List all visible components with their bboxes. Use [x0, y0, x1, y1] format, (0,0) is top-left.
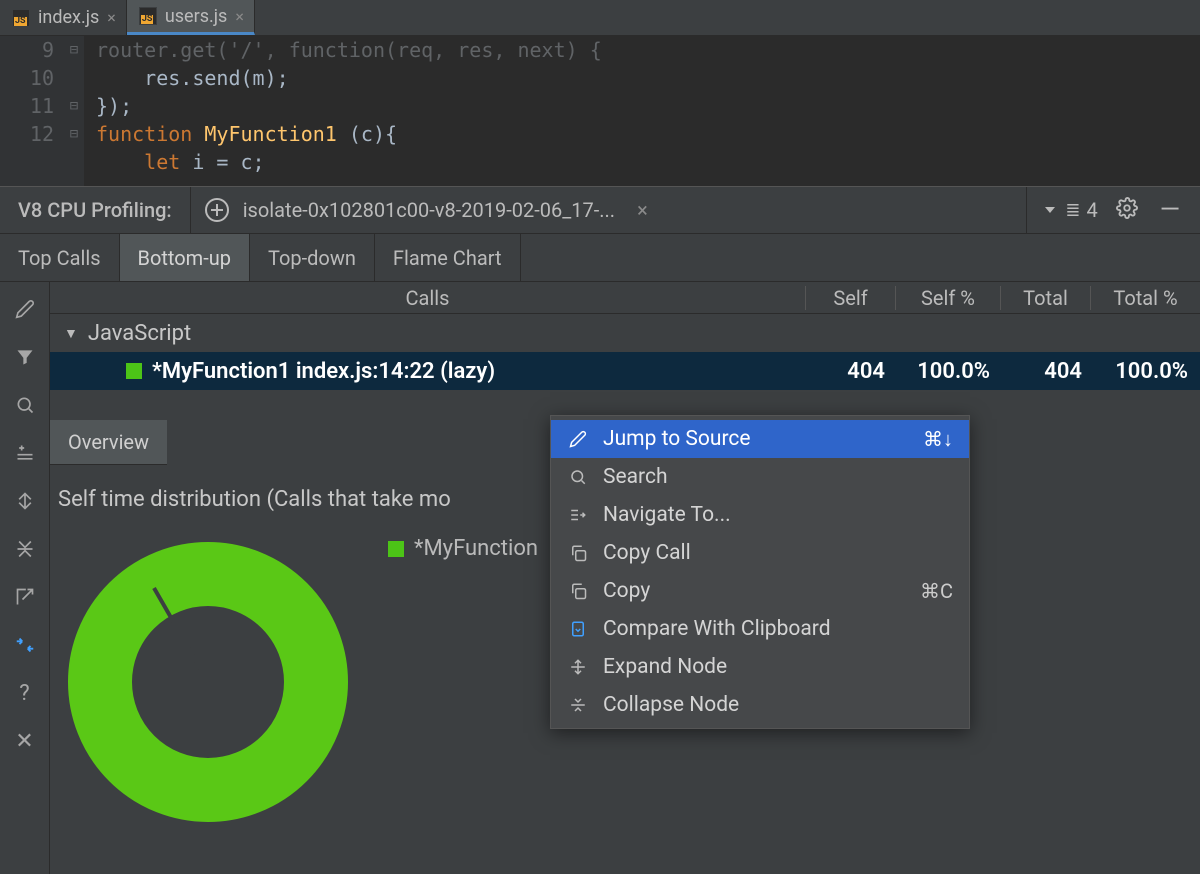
menu-search[interactable]: Search [551, 458, 969, 496]
profiler-title: V8 CPU Profiling: [0, 187, 191, 233]
chevron-down-icon[interactable]: ▼ [64, 325, 78, 342]
close-icon[interactable]: × [235, 7, 244, 26]
close-panel-icon[interactable]: ✕ [14, 730, 36, 752]
file-tab-label: users.js [165, 6, 228, 27]
menu-expand-node[interactable]: Expand Node [551, 648, 969, 686]
copy-icon [567, 582, 589, 600]
cell-self-pct: 100.0% [895, 359, 1000, 384]
navigate-icon [567, 506, 589, 524]
overview-tab[interactable]: Overview [50, 420, 167, 465]
menu-shortcut: ⌘C [920, 579, 953, 603]
menu-label: Search [603, 465, 668, 489]
tree-row-root[interactable]: ▼ JavaScript [50, 314, 1200, 352]
color-swatch-icon [126, 363, 142, 379]
search-icon [567, 468, 589, 486]
editor-file-tabs: index.js × users.js × [0, 0, 1200, 36]
line-number: 12 [0, 120, 54, 148]
line-gutter: 9 10 11 12 [0, 36, 64, 186]
session-name: isolate-0x102801c00-v8-2019-02-06_17-... [243, 198, 615, 222]
js-file-icon [12, 9, 30, 27]
tab-top-calls[interactable]: Top Calls [0, 234, 120, 281]
profiler-tabs: Top Calls Bottom-up Top-down Flame Chart [0, 234, 1200, 282]
profiler-dropdown[interactable]: ≣ 4 [1027, 187, 1115, 233]
file-tab-users[interactable]: users.js × [127, 0, 255, 35]
legend-label: *MyFunction [414, 536, 538, 561]
cell-total-pct: 100.0% [1090, 359, 1200, 384]
profiler-session-tab[interactable]: isolate-0x102801c00-v8-2019-02-06_17-...… [191, 187, 1028, 233]
filter-icon[interactable] [14, 346, 36, 368]
compare-icon [567, 620, 589, 638]
col-calls[interactable]: Calls [50, 286, 805, 310]
menu-label: Copy Call [603, 541, 691, 565]
code-editor[interactable]: 9 10 11 12 ⊟ ⊟ ⊟ router.get('/', functio… [0, 36, 1200, 186]
menu-label: Navigate To... [603, 503, 731, 527]
menu-jump-to-source[interactable]: Jump to Source ⌘↓ [551, 420, 969, 458]
close-icon[interactable]: × [637, 198, 648, 222]
tab-top-down[interactable]: Top-down [250, 234, 375, 281]
menu-shortcut: ⌘↓ [923, 427, 953, 452]
menu-navigate-to[interactable]: Navigate To... [551, 496, 969, 534]
export-icon[interactable] [14, 586, 36, 608]
compare-icon[interactable] [14, 634, 36, 656]
expand-icon [567, 658, 589, 676]
copy-icon [567, 544, 589, 562]
menu-collapse-node[interactable]: Collapse Node [551, 686, 969, 724]
color-swatch-icon [388, 541, 404, 557]
chart-legend: *MyFunction [388, 536, 538, 561]
js-file-icon [139, 7, 157, 25]
tree-row-selected[interactable]: *MyFunction1 index.js:14:22 (lazy) 404 1… [50, 352, 1200, 390]
edit-icon [567, 430, 589, 448]
cell-total: 404 [1000, 359, 1090, 384]
tree-node-label: JavaScript [88, 321, 191, 346]
cell-self: 404 [805, 359, 895, 384]
fold-column: ⊟ ⊟ ⊟ [64, 36, 84, 186]
menu-label: Copy [603, 579, 650, 603]
list-icon: ≣ [1065, 200, 1080, 221]
tree-node-label: *MyFunction1 index.js:14:22 (lazy) [152, 359, 495, 384]
context-menu: Jump to Source ⌘↓ Search Navigate To... … [550, 415, 970, 729]
profiler-tools: — [1116, 195, 1200, 225]
profiler-header: V8 CPU Profiling: isolate-0x102801c00-v8… [0, 186, 1200, 234]
tool-column: ? ✕ [0, 282, 50, 874]
donut-chart [58, 522, 358, 822]
tab-bottom-up[interactable]: Bottom-up [120, 234, 251, 281]
menu-label: Jump to Source [603, 427, 751, 451]
fold-icon[interactable]: ⊟ [64, 120, 84, 148]
code-area[interactable]: router.get('/', function(req, res, next)… [84, 36, 602, 186]
line-number: 9 [0, 36, 54, 64]
menu-label: Collapse Node [603, 693, 739, 717]
menu-copy[interactable]: Copy ⌘C [551, 572, 969, 610]
line-number: 10 [0, 64, 54, 92]
collapse-all-icon[interactable] [14, 538, 36, 560]
close-icon[interactable]: × [107, 8, 116, 27]
expand-tree-icon[interactable] [14, 442, 36, 464]
plus-icon[interactable] [205, 198, 229, 222]
gear-icon[interactable] [1116, 197, 1138, 224]
menu-copy-call[interactable]: Copy Call [551, 534, 969, 572]
col-total-pct[interactable]: Total % [1090, 286, 1200, 310]
line-number [0, 148, 54, 176]
dropdown-value: 4 [1086, 198, 1097, 222]
help-icon[interactable]: ? [14, 682, 36, 704]
col-total[interactable]: Total [1000, 286, 1090, 310]
table-header: Calls Self Self % Total Total % [50, 282, 1200, 314]
menu-label: Expand Node [603, 655, 727, 679]
menu-label: Compare With Clipboard [603, 617, 831, 641]
col-self[interactable]: Self [805, 286, 895, 310]
line-number: 11 [0, 92, 54, 120]
expand-all-icon[interactable] [14, 490, 36, 512]
col-self-pct[interactable]: Self % [895, 286, 1000, 310]
minimize-icon[interactable]: — [1160, 195, 1180, 225]
file-tab-index[interactable]: index.js × [0, 0, 127, 35]
fold-icon[interactable]: ⊟ [64, 92, 84, 120]
tab-flame-chart[interactable]: Flame Chart [375, 234, 521, 281]
fold-icon[interactable]: ⊟ [64, 36, 84, 64]
chevron-down-icon [1045, 207, 1055, 213]
search-icon[interactable] [14, 394, 36, 416]
menu-compare-clipboard[interactable]: Compare With Clipboard [551, 610, 969, 648]
edit-icon[interactable] [14, 298, 36, 320]
collapse-icon [567, 696, 589, 714]
file-tab-label: index.js [38, 7, 99, 28]
